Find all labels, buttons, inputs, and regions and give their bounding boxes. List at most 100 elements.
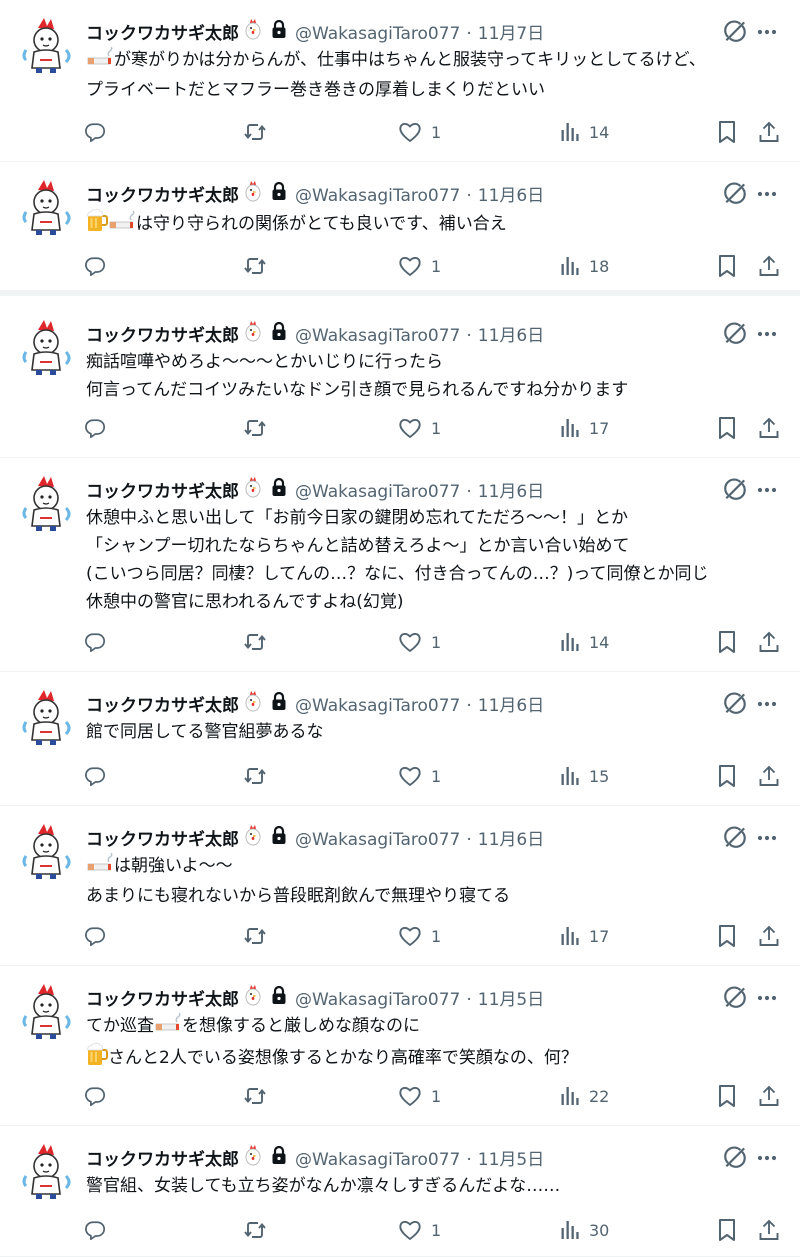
author-handle[interactable]: @WakasagiTaro077 bbox=[295, 830, 460, 850]
retweet-button[interactable] bbox=[243, 762, 267, 790]
share-button[interactable] bbox=[758, 414, 780, 442]
author-name[interactable]: コックワカサギ太郎 bbox=[86, 181, 239, 206]
reply-button[interactable] bbox=[84, 252, 106, 280]
share-button[interactable] bbox=[758, 252, 780, 280]
author-name[interactable]: コックワカサギ太郎 bbox=[86, 477, 239, 502]
more-icon[interactable] bbox=[756, 828, 778, 852]
views-button[interactable]: 17 bbox=[560, 414, 609, 442]
author-handle[interactable]: @WakasagiTaro077 bbox=[295, 24, 460, 44]
grok-icon[interactable] bbox=[722, 1144, 748, 1174]
post-date[interactable]: 11月6日 bbox=[478, 482, 544, 502]
grok-icon[interactable] bbox=[722, 18, 748, 48]
bookmark-button[interactable] bbox=[717, 628, 737, 656]
avatar[interactable] bbox=[20, 1142, 74, 1200]
avatar[interactable] bbox=[20, 688, 74, 746]
share-button[interactable] bbox=[758, 1082, 780, 1110]
post-date[interactable]: 11月6日 bbox=[478, 186, 544, 206]
views-button[interactable]: 14 bbox=[560, 118, 609, 146]
views-button[interactable]: 18 bbox=[560, 252, 609, 280]
author-name[interactable]: コックワカサギ太郎 bbox=[86, 985, 239, 1010]
author-handle[interactable]: @WakasagiTaro077 bbox=[295, 696, 460, 716]
author-name[interactable]: コックワカサギ太郎 bbox=[86, 321, 239, 346]
like-button[interactable]: 1 bbox=[398, 1216, 441, 1244]
bookmark-button[interactable] bbox=[717, 118, 737, 146]
bookmark-button[interactable] bbox=[717, 414, 737, 442]
like-button[interactable]: 1 bbox=[398, 628, 441, 656]
retweet-button[interactable] bbox=[243, 628, 267, 656]
share-button[interactable] bbox=[758, 118, 780, 146]
author-handle[interactable]: @WakasagiTaro077 bbox=[295, 186, 460, 206]
author-name[interactable]: コックワカサギ太郎 bbox=[86, 691, 239, 716]
share-button[interactable] bbox=[758, 922, 780, 950]
like-button[interactable]: 1 bbox=[398, 762, 441, 790]
bookmark-button[interactable] bbox=[717, 762, 737, 790]
reply-button[interactable] bbox=[84, 414, 106, 442]
reply-button[interactable] bbox=[84, 628, 106, 656]
author-name[interactable]: コックワカサギ太郎 bbox=[86, 1145, 239, 1170]
views-button[interactable]: 14 bbox=[560, 628, 609, 656]
like-button[interactable]: 1 bbox=[398, 414, 441, 442]
share-button[interactable] bbox=[758, 628, 780, 656]
post[interactable]: コックワカサギ太郎 @WakasagiTaro077 · 11月6日 は朝強いよ〜〜… bbox=[0, 806, 800, 966]
bookmark-button[interactable] bbox=[717, 252, 737, 280]
retweet-button[interactable] bbox=[243, 414, 267, 442]
post[interactable]: コックワカサギ太郎 @WakasagiTaro077 · 11月6日 は守り守られの… bbox=[0, 162, 800, 296]
more-icon[interactable] bbox=[756, 1148, 778, 1172]
post[interactable]: コックワカサギ太郎 @WakasagiTaro077 · 11月6日 館で同居してる… bbox=[0, 672, 800, 806]
post[interactable]: コックワカサギ太郎 @WakasagiTaro077 · 11月7日 が寒がりかは分… bbox=[0, 0, 800, 162]
views-button[interactable]: 30 bbox=[560, 1216, 609, 1244]
reply-button[interactable] bbox=[84, 1216, 106, 1244]
like-button[interactable]: 1 bbox=[398, 118, 441, 146]
author-name[interactable]: コックワカサギ太郎 bbox=[86, 825, 239, 850]
grok-icon[interactable] bbox=[722, 180, 748, 210]
grok-icon[interactable] bbox=[722, 824, 748, 854]
retweet-button[interactable] bbox=[243, 1082, 267, 1110]
grok-icon[interactable] bbox=[722, 690, 748, 720]
share-button[interactable] bbox=[758, 762, 780, 790]
post-date[interactable]: 11月5日 bbox=[478, 1150, 544, 1170]
post-date[interactable]: 11月6日 bbox=[478, 326, 544, 346]
post-date[interactable]: 11月6日 bbox=[478, 830, 544, 850]
like-button[interactable]: 1 bbox=[398, 922, 441, 950]
avatar[interactable] bbox=[20, 318, 74, 376]
views-button[interactable]: 17 bbox=[560, 922, 609, 950]
like-button[interactable]: 1 bbox=[398, 1082, 441, 1110]
bookmark-button[interactable] bbox=[717, 1216, 737, 1244]
retweet-button[interactable] bbox=[243, 252, 267, 280]
author-name[interactable]: コックワカサギ太郎 bbox=[86, 19, 239, 44]
retweet-button[interactable] bbox=[243, 922, 267, 950]
more-icon[interactable] bbox=[756, 694, 778, 718]
post-date[interactable]: 11月5日 bbox=[478, 990, 544, 1010]
more-icon[interactable] bbox=[756, 480, 778, 504]
like-button[interactable]: 1 bbox=[398, 252, 441, 280]
reply-button[interactable] bbox=[84, 118, 106, 146]
author-handle[interactable]: @WakasagiTaro077 bbox=[295, 1150, 460, 1170]
bookmark-button[interactable] bbox=[717, 922, 737, 950]
reply-button[interactable] bbox=[84, 762, 106, 790]
more-icon[interactable] bbox=[756, 184, 778, 208]
views-button[interactable]: 22 bbox=[560, 1082, 609, 1110]
more-icon[interactable] bbox=[756, 22, 778, 46]
avatar[interactable] bbox=[20, 982, 74, 1040]
avatar[interactable] bbox=[20, 822, 74, 880]
author-handle[interactable]: @WakasagiTaro077 bbox=[295, 326, 460, 346]
avatar[interactable] bbox=[20, 474, 74, 532]
post[interactable]: コックワカサギ太郎 @WakasagiTaro077 · 11月6日 痴話喧嘩やめろ… bbox=[0, 302, 800, 458]
views-button[interactable]: 15 bbox=[560, 762, 609, 790]
post[interactable]: コックワカサギ太郎 @WakasagiTaro077 · 11月6日 休憩中ふと思い… bbox=[0, 458, 800, 672]
reply-button[interactable] bbox=[84, 922, 106, 950]
post-date[interactable]: 11月7日 bbox=[478, 24, 544, 44]
post[interactable]: コックワカサギ太郎 @WakasagiTaro077 · 11月5日 てか巡査 を想… bbox=[0, 966, 800, 1126]
share-button[interactable] bbox=[758, 1216, 780, 1244]
post-date[interactable]: 11月6日 bbox=[478, 696, 544, 716]
grok-icon[interactable] bbox=[722, 320, 748, 350]
retweet-button[interactable] bbox=[243, 1216, 267, 1244]
reply-button[interactable] bbox=[84, 1082, 106, 1110]
avatar[interactable] bbox=[20, 16, 74, 74]
grok-icon[interactable] bbox=[722, 476, 748, 506]
retweet-button[interactable] bbox=[243, 118, 267, 146]
grok-icon[interactable] bbox=[722, 984, 748, 1014]
author-handle[interactable]: @WakasagiTaro077 bbox=[295, 990, 460, 1010]
more-icon[interactable] bbox=[756, 324, 778, 348]
bookmark-button[interactable] bbox=[717, 1082, 737, 1110]
